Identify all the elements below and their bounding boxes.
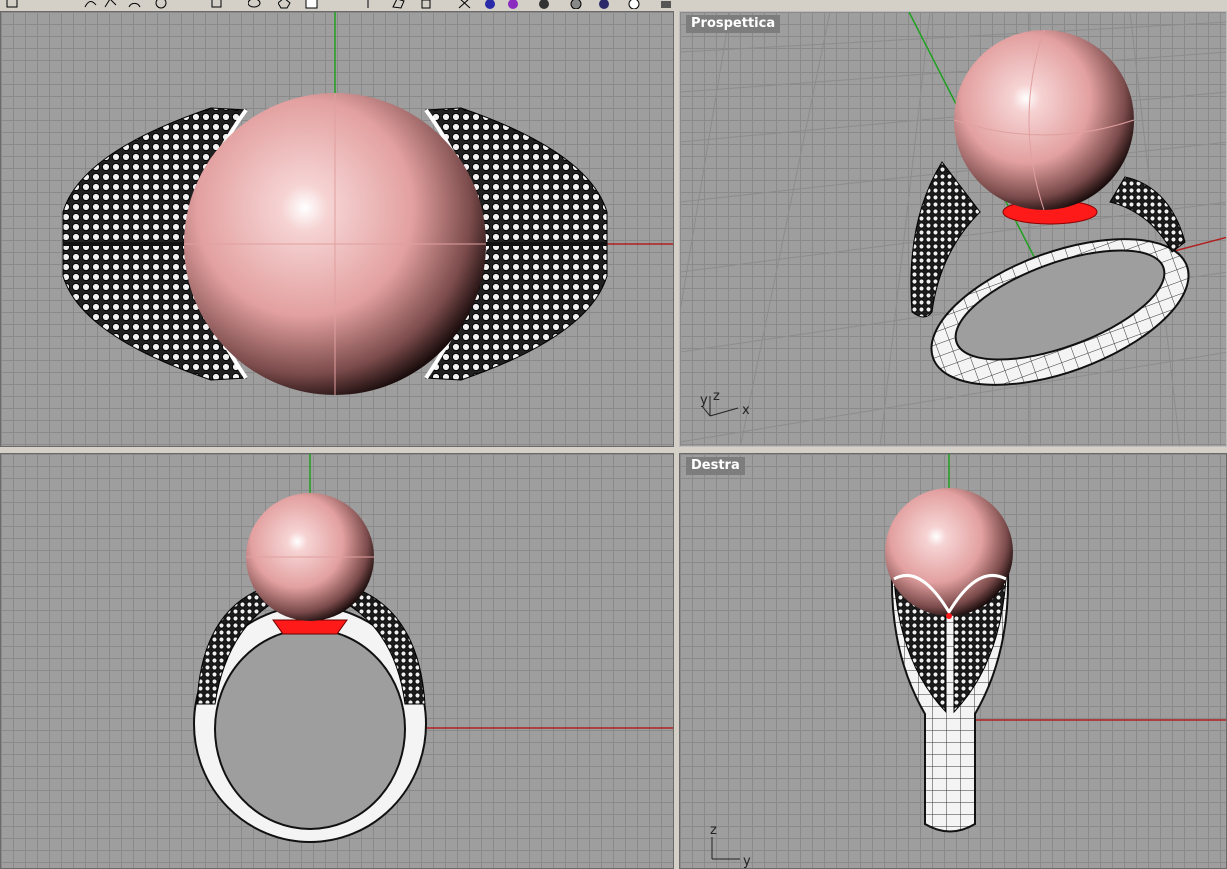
text-icon[interactable] <box>362 0 375 8</box>
surface-icon[interactable] <box>392 0 405 9</box>
axis-x-label: x <box>742 403 750 418</box>
circle-icon[interactable] <box>155 0 168 9</box>
axis-gizmo: x y z <box>700 389 750 418</box>
solid-icon[interactable] <box>420 0 433 9</box>
select-icon[interactable] <box>6 0 19 8</box>
ellipse-icon[interactable] <box>247 0 261 8</box>
arc-icon[interactable] <box>128 0 141 8</box>
viewport-front[interactable] <box>0 453 674 869</box>
axis-z-label: z <box>713 389 720 404</box>
viewport-splitter-vertical[interactable] <box>674 11 679 869</box>
polygon-icon[interactable] <box>277 0 291 9</box>
shade-icon[interactable] <box>538 0 551 9</box>
setting-cup <box>272 619 348 635</box>
viewport-right-canvas: z y <box>710 454 1226 869</box>
axis-y-label: y <box>700 393 708 408</box>
axis-gizmo: z y <box>710 823 751 869</box>
viewport-right[interactable]: z y Destra <box>679 453 1227 869</box>
mesh-icon[interactable] <box>458 0 471 9</box>
material-icon[interactable] <box>598 0 611 9</box>
pearl <box>954 30 1134 210</box>
camera-icon[interactable] <box>660 0 673 8</box>
viewport-splitter-horizontal[interactable] <box>0 447 1227 453</box>
sphere-icon[interactable] <box>570 0 583 10</box>
viewport-title-perspective[interactable]: Prospettica <box>686 15 781 33</box>
rectangle-icon[interactable] <box>210 0 223 8</box>
viewport-front-canvas <box>193 454 673 843</box>
transform-icon[interactable] <box>484 0 497 9</box>
freeform-icon[interactable] <box>305 0 318 9</box>
axis-z-label: z <box>710 823 717 838</box>
viewport-perspective-canvas: x y z <box>680 12 1226 446</box>
curve-icon[interactable] <box>84 0 97 8</box>
polyline-icon[interactable] <box>104 0 117 8</box>
pearl <box>885 488 1013 616</box>
viewport-top-canvas <box>62 12 673 395</box>
viewport-perspective[interactable]: x y z Prospettica <box>679 11 1227 447</box>
light-icon[interactable] <box>628 0 641 10</box>
viewport-top[interactable] <box>0 11 674 447</box>
axis-y-label: y <box>743 854 751 869</box>
render-icon[interactable] <box>507 0 520 9</box>
viewport-title-right[interactable]: Destra <box>686 457 745 475</box>
